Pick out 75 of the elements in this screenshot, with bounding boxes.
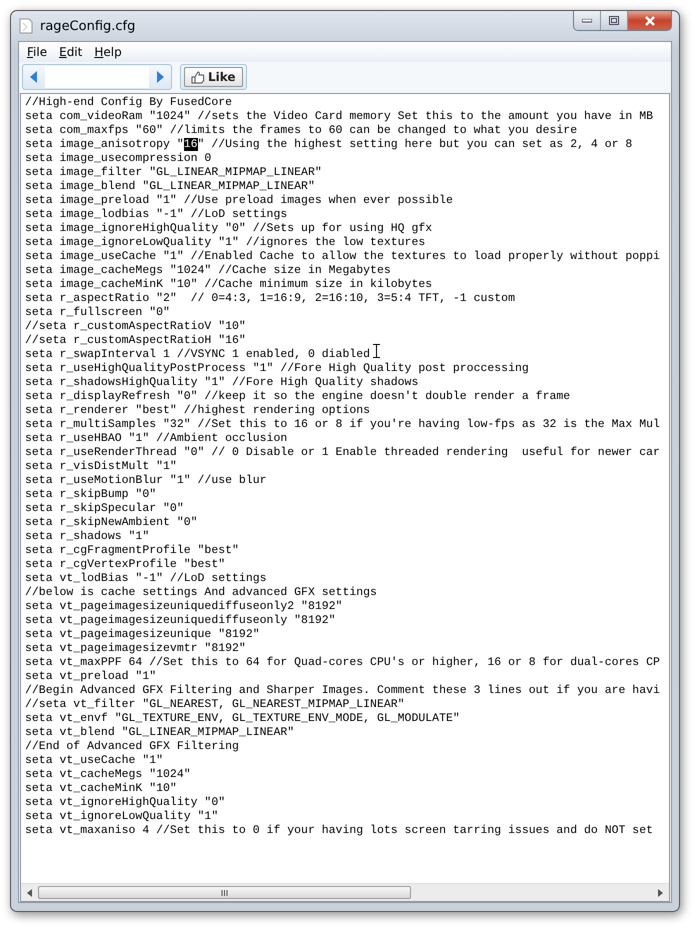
- right-triangle-icon: [658, 888, 663, 896]
- code-line: seta vt_useCache "1": [25, 754, 164, 768]
- left-triangle-icon: [27, 888, 32, 896]
- code-line: seta vt_cacheMinK "10": [25, 782, 177, 796]
- scrollbar-thumb[interactable]: [38, 886, 411, 899]
- code-line: seta vt_pageimagesizeunique "8192": [25, 628, 260, 642]
- code-line: seta vt_pageimagesizevmtr "8192": [25, 642, 246, 656]
- code-line: seta r_renderer "best" //highest rendering options: [25, 404, 370, 418]
- close-icon: [644, 16, 656, 26]
- code-line: seta r_cgFragmentProfile "best": [25, 544, 239, 558]
- code-line: seta image_blend "GL_LINEAR_MIPMAP_LINEAR": [25, 180, 315, 194]
- code-line: seta r_shadowsHighQuality "1" //Fore High Quality shadows: [25, 376, 418, 390]
- code-line: seta vt_ignoreLowQuality "1": [25, 810, 218, 824]
- code-line: seta image_cacheMegs "1024" //Cache size in Megabytes: [25, 264, 391, 278]
- code-line: seta image_cacheMinK "10" //Cache minimum size in kilobytes: [25, 278, 432, 292]
- code-line: seta r_cgVertexProfile "best": [25, 558, 226, 572]
- code-line: seta image_ignoreHighQuality "0" //Sets up for using HQ gfx: [25, 222, 432, 236]
- thumbs-up-icon: [191, 70, 205, 84]
- code-line: seta image_lodbias "-1" //LoD settings: [25, 208, 288, 222]
- code-text: " //Using the highest setting here but you can set as 2, 4 or 8: [198, 138, 632, 151]
- code-line: //seta r_customAspectRatioV "10": [25, 320, 246, 334]
- code-line: seta r_aspectRatio "2" // 0=4:3, 1=16:9, 2=16:10, 3=5:4 TFT, -1 custom: [25, 292, 515, 306]
- left-triangle-icon: [30, 71, 38, 83]
- code-line: seta r_skipNewAmbient "0": [25, 516, 198, 530]
- code-line: seta image_usecompression 0: [25, 152, 212, 166]
- maximize-icon: [609, 16, 619, 25]
- code-line: seta image_preload "1" //Use preload images when ever possible: [25, 194, 453, 208]
- code-line: seta com_videoRam "1024" //sets the Video Card memory Set this to the amount you have in MB: [25, 110, 654, 124]
- navigation-field[interactable]: [45, 66, 149, 88]
- code-line: seta image_useCache "1" //Enabled Cache to allow the textures to load properly without poppi: [25, 250, 660, 264]
- window-title: rageConfig.cfg: [40, 18, 136, 34]
- menu-item[interactable]: File: [21, 44, 54, 60]
- code-line: seta r_visDistMult "1": [25, 460, 177, 474]
- code-line: seta vt_blend "GL_LINEAR_MIPMAP_LINEAR": [25, 726, 294, 740]
- code-line: seta vt_lodBias "-1" //LoD settings: [25, 572, 267, 586]
- code-line: seta vt_ignoreHighQuality "0": [25, 796, 226, 810]
- code-line: seta r_useHBAO "1" //Ambient occlusion: [25, 432, 288, 446]
- code-line: //End of Advanced GFX Filtering: [25, 740, 239, 754]
- code-line: seta r_swapInterval 1 //VSYNC 1 enabled, 0 diabled: [25, 348, 370, 362]
- code-line: //below is cache settings And advanced GFX settings: [25, 586, 377, 600]
- code-line: //Begin Advanced GFX Filtering and Sharper Images. Comment these 3 lines out if you are havi: [25, 684, 660, 698]
- code-line: seta r_shadows "1": [25, 530, 150, 544]
- right-triangle-icon: [156, 71, 164, 83]
- code-line: //High-end Config By FusedCore: [25, 96, 232, 110]
- code-line: seta vt_pageimagesizeuniquediffuseonly2 "8192": [25, 600, 342, 614]
- like-button[interactable]: Like: [184, 67, 243, 87]
- code-line: seta image_filter "GL_LINEAR_MIPMAP_LINEAR": [25, 166, 322, 180]
- code-line: seta r_skipBump "0": [25, 488, 156, 502]
- code-line: seta vt_maxaniso 4 //Set this to 0 if your having lots screen tarring issues and do NOT set: [25, 824, 654, 838]
- code-line: seta vt_envf "GL_TEXTURE_ENV, GL_TEXTURE_ENV_MODE, GL_MODULATE": [25, 712, 460, 726]
- menu-item[interactable]: Help: [88, 44, 128, 60]
- code-line: seta com_maxfps "60" //limits the frames to 60 can be changed to what you desire: [25, 124, 578, 138]
- code-line: seta r_useMotionBlur "1" //use blur: [25, 474, 267, 488]
- code-line: seta r_multiSamples "32" //Set this to 16 or 8 if you're having low-fps as 32 is the Max Mul: [25, 418, 660, 432]
- code-line: seta image_ignoreLowQuality "1" //ignores the low textures: [25, 236, 426, 250]
- maximize-button[interactable]: [601, 11, 628, 30]
- code-line: seta vt_preload "1": [25, 670, 156, 684]
- minimize-icon: [582, 18, 592, 22]
- code-line: //seta vt_filter "GL_NEAREST, GL_NEAREST_MIPMAP_LINEAR": [25, 698, 405, 712]
- code-line: seta r_fullscreen "0": [25, 306, 170, 320]
- code-line: seta vt_cacheMegs "1024": [25, 768, 191, 782]
- close-button[interactable]: [628, 11, 671, 30]
- code-line: seta vt_maxPPF 64 //Set this to 64 for Quad-cores CPU's or higher, 16 or 8 for dual-cores CP: [25, 656, 660, 670]
- code-line: seta r_useRenderThread "0" // 0 Disable or 1 Enable threaded rendering useful for newer car: [25, 446, 660, 460]
- document-icon: [18, 18, 34, 34]
- text-cursor-icon: [373, 344, 380, 358]
- code-line: //seta r_customAspectRatioH "16": [25, 334, 246, 348]
- menu-item[interactable]: Edit: [53, 44, 88, 60]
- code-line: seta r_skipSpecular "0": [25, 502, 184, 516]
- code-line: seta r_useHighQualityPostProcess "1" //Fore High Quality post proccessing: [25, 362, 529, 376]
- code-line: seta r_displayRefresh "0" //keep it so the engine doesn't double render a frame: [25, 390, 570, 404]
- code-line: seta vt_pageimagesizeuniquediffuseonly "8192": [25, 614, 336, 628]
- code-text: seta image_anisotropy ": [25, 138, 184, 151]
- selected-text: 16: [184, 138, 198, 151]
- minimize-button[interactable]: [574, 11, 601, 30]
